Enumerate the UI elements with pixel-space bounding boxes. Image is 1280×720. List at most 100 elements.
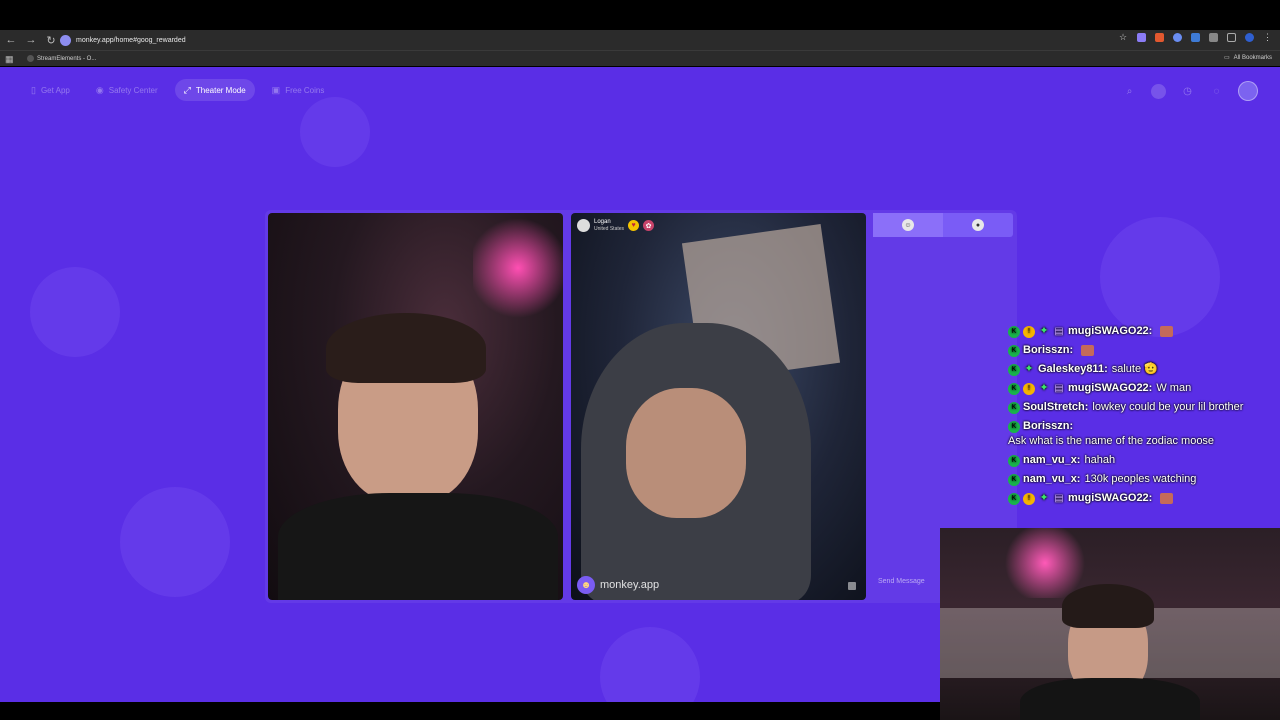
emote-icon — [1160, 493, 1174, 504]
history-icon[interactable]: ◷ — [1180, 84, 1195, 99]
gold-badge-icon: ! — [1023, 492, 1035, 505]
tab-chat[interactable]: ☺ — [873, 213, 943, 237]
webcam-hair — [1062, 584, 1154, 628]
extension-icon[interactable] — [1155, 33, 1164, 42]
background-bubble — [1100, 217, 1220, 337]
extension-icon[interactable] — [1173, 33, 1182, 42]
chat-text: hahah — [1084, 454, 1116, 466]
extension-icon[interactable] — [1191, 33, 1200, 42]
chat-username: mugiSWAGO22: — [1068, 325, 1153, 337]
window-top-strip — [0, 0, 1280, 30]
chat-message: K ✦ Galeskey811: salute 🫡 — [1008, 362, 1280, 377]
chat-message: K SoulStretch: lowkey could be your lil br… — [1008, 400, 1280, 415]
chat-text: salute 🫡 — [1111, 363, 1158, 375]
local-video — [268, 213, 563, 600]
chat-message: K! ✦ ▤ mugiSWAGO22: W man — [1008, 381, 1280, 396]
remote-video: Logan United States ♥ ✿ ☻ monkey.app — [571, 213, 866, 600]
chat-username: nam_vu_x: — [1023, 473, 1081, 485]
star-badge-icon: ✦ — [1039, 492, 1049, 504]
nav-safety-center[interactable]: ◉ Safety Center — [87, 79, 167, 101]
mod-badge-icon: K — [1008, 473, 1020, 486]
apps-grid-icon[interactable]: ▦ — [5, 54, 15, 64]
forward-icon[interactable]: → — [22, 31, 40, 49]
remote-user-country: United States — [594, 226, 625, 232]
folder-icon: ▭ — [1223, 55, 1230, 61]
tab-profile[interactable]: ● — [943, 213, 1013, 237]
nav-label: Get App — [40, 85, 70, 95]
extensions-area: ☆ ⋮ — [1119, 33, 1272, 42]
star-badge-icon: ✦ — [1039, 325, 1049, 337]
chat-username: Borisszn: — [1023, 420, 1074, 432]
chat-message: K Borisszn: — [1008, 343, 1280, 358]
pink-light — [1000, 528, 1090, 598]
heart-icon[interactable]: ♥ — [628, 220, 640, 231]
chat-username: Galeskey811: — [1038, 363, 1108, 375]
profile-avatar[interactable] — [1245, 33, 1254, 42]
mod-badge-icon: K — [1008, 363, 1020, 376]
background-bubble — [120, 487, 230, 597]
emote-icon — [1081, 345, 1095, 356]
chat-username: Borisszn: — [1023, 344, 1074, 356]
coin-icon[interactable] — [1151, 83, 1166, 99]
mod-badge-icon: K — [1008, 401, 1020, 414]
monkey-logo-icon: ☻ — [577, 576, 595, 594]
chat-text: lowkey could be your lil brother — [1092, 401, 1244, 413]
star-badge-icon: ✦ — [1039, 382, 1049, 394]
nav-free-coins[interactable]: ▣ Free Coins — [263, 79, 334, 101]
webcam-jacket — [1020, 678, 1200, 720]
extension-icon[interactable] — [1137, 33, 1146, 42]
report-icon[interactable] — [848, 582, 856, 590]
nav-theater-mode[interactable]: ⤢ Theater Mode — [174, 79, 255, 101]
chat-message: K! ✦ ▤ mugiSWAGO22: — [1008, 324, 1280, 339]
coins-icon: ▣ — [271, 84, 281, 95]
extensions-puzzle-icon[interactable] — [1209, 33, 1218, 42]
avatar[interactable] — [1238, 81, 1258, 101]
remote-user-info: Logan United States ♥ ✿ — [577, 219, 655, 232]
chat-username: nam_vu_x: — [1023, 454, 1081, 466]
right-nav: ⌕ ◷ ◌ — [1122, 81, 1258, 101]
streamer-webcam — [940, 528, 1280, 720]
bottom-bar — [0, 702, 940, 720]
video-chat-card: Logan United States ♥ ✿ ☻ monkey.app ☺ ● — [265, 210, 1017, 603]
bookmark-item[interactable]: StreamElements - O... — [27, 55, 96, 62]
all-bookmarks[interactable]: ▭ All Bookmarks — [1223, 54, 1272, 62]
remote-user-text: Logan United States — [594, 219, 624, 232]
user-icon: ● — [972, 219, 984, 231]
side-panel-icon[interactable] — [1227, 33, 1236, 42]
chat-message: Knam_vu_x: hahah — [1008, 453, 1280, 468]
bookmark-label: StreamElements - O... — [37, 55, 97, 62]
back-icon[interactable]: ← — [2, 31, 20, 49]
chat-tabs: ☺ ● — [873, 213, 1013, 237]
nav-label: Free Coins — [285, 85, 325, 95]
address-url: monkey.app/home#goog_rewarded — [76, 36, 186, 44]
address-bar[interactable]: monkey.app/home#goog_rewarded — [60, 32, 1110, 48]
gift-badge-icon: ▤ — [1054, 383, 1064, 394]
mod-badge-icon: K — [1008, 325, 1020, 338]
browser-toolbar: ← → ↻ monkey.app/home#goog_rewarded ☆ ⋮ — [0, 30, 1280, 50]
mod-badge-icon: K — [1008, 382, 1020, 395]
bookmark-star-icon[interactable]: ☆ — [1119, 33, 1128, 42]
shield-icon: ◉ — [95, 84, 104, 95]
pink-light — [473, 213, 563, 323]
bookmark-favicon-icon — [27, 55, 34, 62]
site-info-icon[interactable] — [60, 34, 71, 46]
emote-icon — [1160, 326, 1174, 337]
remote-face — [626, 388, 746, 518]
background-bubble — [300, 97, 370, 167]
kebab-menu-icon[interactable]: ⋮ — [1263, 33, 1272, 42]
gift-icon[interactable]: ✿ — [643, 220, 655, 231]
gold-badge-icon: ! — [1023, 382, 1035, 395]
watermark-text: monkey.app — [600, 579, 660, 591]
star-badge-icon: ✦ — [1024, 363, 1034, 375]
bookmarks-bar: ▦ StreamElements - O... ▭ All Bookmarks — [0, 50, 1280, 66]
reload-icon[interactable]: ↻ — [42, 31, 60, 49]
avatar[interactable] — [577, 219, 590, 232]
nav-get-app[interactable]: ▯ Get App — [22, 79, 79, 101]
chat-icon[interactable]: ◌ — [1209, 84, 1224, 99]
chat-username: mugiSWAGO22: — [1068, 382, 1153, 394]
search-icon[interactable]: ⌕ — [1122, 84, 1137, 99]
remote-user-name: Logan — [594, 219, 611, 225]
send-message-input[interactable]: Send Message — [878, 578, 925, 585]
stream-chat-overlay: K! ✦ ▤ mugiSWAGO22: K Borisszn: K ✦ Galeskey811:… — [1008, 324, 1280, 510]
gold-badge-icon: ! — [1023, 325, 1035, 338]
